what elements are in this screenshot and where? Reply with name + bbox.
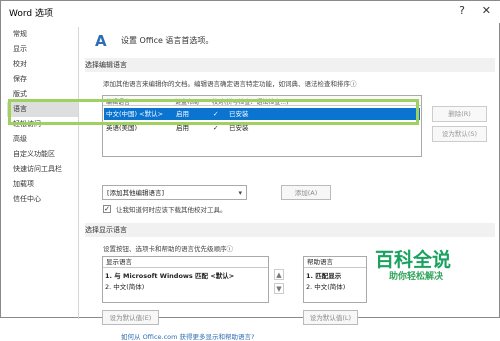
more-languages-link[interactable]: 如何从 Office.com 获得更多显示和帮助语言? (121, 331, 255, 341)
language-cell: 中文(中国) <默认> (106, 110, 164, 118)
sidebar-item-advanced[interactable]: 高级 (7, 132, 78, 147)
sidebar-item-trust-center[interactable]: 信任中心 (7, 192, 78, 207)
watermark-main: 百科全说 (375, 249, 452, 271)
editing-section-title: 选择编辑语言 (85, 58, 495, 72)
watermark-sub: 助你轻松解决 (389, 272, 444, 282)
sidebar-item-proofing[interactable]: 校对 (7, 57, 78, 72)
sidebar-item-general[interactable]: 常规 (7, 27, 78, 42)
close-icon[interactable]: ✕ (482, 4, 491, 17)
display-language-header: 显示语言 (103, 257, 268, 268)
options-sidebar: 常规 显示 校对 保存 版式 语言 轻松访问 高级 自定义功能区 快速访问工具栏… (7, 27, 79, 319)
editing-language-table: 编辑语言 键盘布局 校对(拼写检查、语法检查...) 中文(中国) <默认> 启… (102, 95, 422, 157)
list-item[interactable]: 2. 中文(简体) (306, 282, 345, 292)
sidebar-item-addins[interactable]: 加载项 (7, 177, 78, 192)
display-language-list: 显示语言 1. 与 Microsoft Windows 匹配 <默认> 2. 中… (102, 256, 269, 303)
sidebar-item-save[interactable]: 保存 (7, 72, 78, 87)
language-icon: A (95, 32, 107, 50)
keyboard-cell: 启用 (176, 110, 189, 118)
add-language-select-value: [添加其他编辑语言] (107, 189, 165, 197)
set-default-editing-button[interactable]: 设为默认(S) (432, 126, 487, 142)
add-language-button[interactable]: 添加(A) (281, 185, 331, 200)
download-proofing-label: 让我知道何时应该下载其他校对工具。 (116, 206, 227, 214)
help-language-header: 帮助语言 (304, 257, 366, 268)
language-cell: 英语(美国) (106, 124, 138, 132)
list-item[interactable]: 2. 中文(简体) (105, 282, 144, 292)
sidebar-item-layout[interactable]: 版式 (7, 87, 78, 102)
chevron-down-icon: ▾ (238, 189, 242, 197)
download-proofing-checkbox[interactable]: ✓ (103, 205, 111, 213)
list-item[interactable]: 1. 匹配显示 (306, 271, 341, 281)
window-title: Word 选项 (9, 9, 53, 19)
sidebar-item-customize-ribbon[interactable]: 自定义功能区 (7, 147, 78, 162)
header-keyboard: 键盘布局 (175, 99, 200, 106)
move-up-icon[interactable]: ▲ (274, 269, 284, 280)
table-row[interactable]: 中文(中国) <默认> 启用 ✓ 已安装 (104, 108, 420, 120)
sidebar-item-accessibility[interactable]: 轻松访问 (7, 117, 78, 132)
word-options-window: Word 选项 ? ✕ 常规 显示 校对 保存 版式 语言 轻松访问 高级 自定… (0, 0, 500, 341)
header-language: 编辑语言 (106, 99, 131, 106)
proofing-check-icon: ✓ (213, 124, 219, 132)
help-icon[interactable]: ? (459, 4, 465, 17)
display-description: 设置按钮、选项卡和帮助的语言优先级顺序ⓘ (103, 245, 233, 253)
sidebar-item-quick-access[interactable]: 快速访问工具栏 (7, 162, 78, 177)
proofing-check-icon: ✓ (213, 110, 219, 118)
display-section-title: 选择显示语言 (85, 223, 495, 237)
add-language-select[interactable]: [添加其他编辑语言] ▾ (102, 185, 247, 200)
title-bar: Word 选项 ? ✕ (1, 1, 500, 23)
sidebar-item-language[interactable]: 语言 (7, 102, 78, 117)
editing-description: 添加其他语言来编辑你的文档。编辑语言确定语言特定功能，如词典、语法检查和排序ⓘ (103, 80, 357, 88)
table-row[interactable]: 英语(美国) 启用 ✓ 已安装 (104, 122, 420, 134)
keyboard-cell: 启用 (176, 124, 189, 132)
proofing-cell: 已安装 (229, 124, 249, 132)
list-item[interactable]: 1. 与 Microsoft Windows 匹配 <默认> (105, 271, 234, 281)
proofing-cell: 已安装 (229, 110, 249, 118)
sidebar-item-display[interactable]: 显示 (7, 42, 78, 57)
watermark: 百科全说 助你轻松解决 (358, 245, 490, 293)
page-heading: 设置 Office 语言首选项。 (121, 36, 214, 45)
remove-language-button[interactable]: 删除(R) (432, 106, 487, 122)
editing-table-header: 编辑语言 键盘布局 校对(拼写检查、语法检查...) (103, 96, 421, 106)
move-down-icon[interactable]: ▼ (274, 283, 284, 294)
header-proofing: 校对(拼写检查、语法检查...) (212, 99, 289, 106)
